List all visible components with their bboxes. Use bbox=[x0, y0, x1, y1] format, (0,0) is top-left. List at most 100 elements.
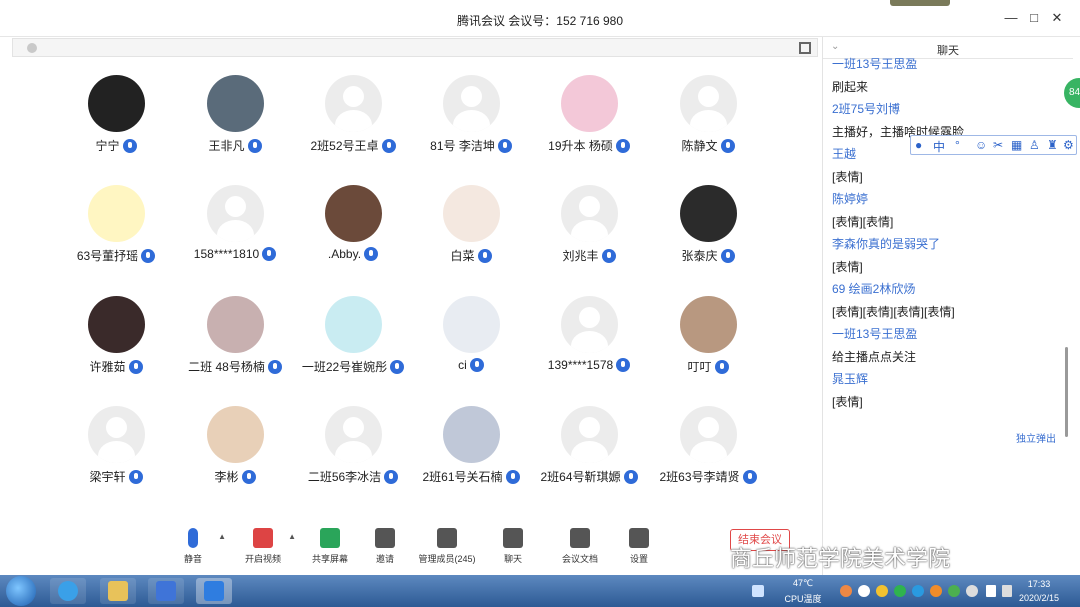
wechat-icon[interactable] bbox=[894, 585, 906, 597]
avatar bbox=[561, 296, 618, 353]
taskbar-wps[interactable] bbox=[148, 578, 184, 604]
minimize-icon[interactable]: — bbox=[1003, 10, 1019, 26]
microphone-icon bbox=[720, 249, 735, 263]
tray-icon-5[interactable] bbox=[912, 585, 924, 597]
participant-tile[interactable]: 张泰庆 bbox=[649, 185, 767, 285]
tray-icon-1[interactable] bbox=[840, 585, 852, 597]
avatar bbox=[88, 296, 145, 353]
participant-name: 宁宁 bbox=[95, 139, 120, 153]
chat-sender[interactable]: 一班13号王思盈 bbox=[832, 323, 1068, 346]
chat-sender[interactable]: 陈婷婷 bbox=[832, 188, 1068, 211]
avatar bbox=[88, 406, 145, 463]
ime-toolbar[interactable]: ● 中 ° ☺ ✂ ▦ ♙ ♜ ⚙ bbox=[910, 135, 1077, 155]
participant-tile[interactable]: 王非凡 bbox=[176, 75, 294, 175]
participant-name: 陈静文 bbox=[681, 139, 718, 153]
participant-tile[interactable]: 2班64号靳琪嫄 bbox=[530, 406, 648, 506]
participant-tile[interactable]: 白菜 bbox=[412, 185, 530, 285]
participant-tile[interactable]: 2班52号王卓 bbox=[294, 75, 412, 175]
participant-tile[interactable]: 宁宁 bbox=[57, 75, 175, 175]
signal-icon[interactable] bbox=[986, 585, 996, 597]
punctuation-icon[interactable]: ° bbox=[955, 138, 960, 152]
participant-tile[interactable]: 李彬 bbox=[176, 406, 294, 506]
start-button[interactable] bbox=[6, 576, 36, 606]
popout-link[interactable]: 独立弹出 bbox=[1016, 430, 1056, 445]
participant-tile[interactable]: 梁宇轩 bbox=[57, 406, 175, 506]
chat-message: [表情][表情] bbox=[832, 214, 894, 229]
caret-up-icon[interactable]: ▲ bbox=[218, 532, 226, 541]
tray-app-icon[interactable] bbox=[752, 585, 764, 597]
tray-icon-6[interactable] bbox=[930, 585, 942, 597]
microphone-icon bbox=[742, 470, 757, 484]
avatar bbox=[680, 75, 737, 132]
microphone-icon bbox=[241, 470, 256, 484]
settings-button[interactable]: 设置 bbox=[604, 528, 674, 565]
chat-button[interactable]: 聊天 bbox=[478, 528, 548, 565]
participant-tile[interactable]: 158****1810 bbox=[176, 185, 294, 285]
docs-label: 会议文档 bbox=[561, 554, 598, 564]
meeting-app-icon bbox=[204, 581, 224, 601]
participant-tile[interactable]: 刘兆丰 bbox=[530, 185, 648, 285]
chat-message: [表情] bbox=[832, 394, 863, 409]
chat-panel: ⌄ 聊天 一班13号王思盈 刷起来 2班75号刘博 主播好，主播啥时候露脸 王越 [表情]… bbox=[822, 37, 1073, 575]
close-icon[interactable]: ✕ bbox=[1049, 10, 1065, 26]
mute-button[interactable]: 静音 ▲ bbox=[158, 528, 228, 565]
invite-button[interactable]: 邀请 bbox=[350, 528, 420, 565]
avatar bbox=[443, 75, 500, 132]
emoji-icon[interactable]: ☺ bbox=[975, 138, 987, 152]
chat-message: [表情] bbox=[832, 259, 863, 274]
chat-sender[interactable]: 晁玉辉 bbox=[832, 368, 1068, 391]
tray-icon-8[interactable] bbox=[966, 585, 978, 597]
video-button[interactable]: 开启视频 ▲ bbox=[228, 528, 298, 565]
participant-tile[interactable]: .Abby. bbox=[294, 185, 412, 285]
maximize-icon[interactable]: □ bbox=[1026, 10, 1042, 26]
scissors-icon[interactable]: ✂ bbox=[993, 138, 1003, 152]
participant-tile[interactable]: 陈静文 bbox=[649, 75, 767, 175]
tray-icon-3[interactable] bbox=[876, 585, 888, 597]
wps-icon bbox=[156, 581, 176, 601]
ime-settings-icon[interactable]: ⚙ bbox=[1063, 138, 1074, 152]
participant-tile[interactable]: 19升本 杨硕 bbox=[530, 75, 648, 175]
participant-tile[interactable]: 许雅茹 bbox=[57, 296, 175, 396]
avatar bbox=[561, 185, 618, 242]
avatar bbox=[561, 406, 618, 463]
participant-tile[interactable]: 63号董抒瑶 bbox=[57, 185, 175, 285]
participant-tile[interactable]: ci bbox=[412, 296, 530, 396]
chat-scrollbar[interactable] bbox=[1065, 347, 1068, 437]
shirt-icon[interactable]: ♜ bbox=[1047, 138, 1058, 152]
mute-label: 静音 bbox=[183, 554, 202, 564]
keyboard-icon[interactable]: ▦ bbox=[1011, 138, 1022, 152]
clock-time: 17:33 bbox=[1027, 579, 1051, 589]
chat-sender[interactable]: 一班13号王思盈 bbox=[832, 53, 1068, 76]
participant-tile[interactable]: 二班56李冰洁 bbox=[294, 406, 412, 506]
taskbar-ie[interactable] bbox=[50, 578, 86, 604]
participant-name: 一班22号崔婉彤 bbox=[301, 360, 388, 374]
tray-icon-2[interactable] bbox=[858, 585, 870, 597]
microphone-icon bbox=[247, 139, 262, 153]
chat-sender[interactable]: 2班75号刘博 bbox=[832, 98, 1068, 121]
participant-tile[interactable]: 一班22号崔婉彤 bbox=[294, 296, 412, 396]
participant-tile[interactable]: 81号 李洁坤 bbox=[412, 75, 530, 175]
chat-sender[interactable]: 69 绘画2林欣炀 bbox=[832, 278, 1068, 301]
chat-sender[interactable]: 李森你真的是弱哭了 bbox=[832, 233, 1068, 256]
chat-message: [表情][表情][表情][表情] bbox=[832, 304, 955, 319]
avatar bbox=[443, 296, 500, 353]
settings-label: 设置 bbox=[629, 554, 648, 564]
share-label: 共享屏幕 bbox=[311, 554, 348, 564]
participant-tile[interactable]: 139****1578 bbox=[530, 296, 648, 396]
members-label: 管理成员(245) bbox=[418, 554, 476, 564]
fullscreen-icon[interactable] bbox=[799, 42, 811, 54]
participant-name-row: 2班63号李靖贤 bbox=[629, 468, 787, 485]
user-icon[interactable]: ♙ bbox=[1029, 138, 1040, 152]
participant-tile[interactable]: 二班 48号杨楠 bbox=[176, 296, 294, 396]
avatar bbox=[207, 296, 264, 353]
taskbar-meeting[interactable] bbox=[196, 578, 232, 604]
participant-tile[interactable]: 2班61号关石楠 bbox=[412, 406, 530, 506]
ime-lang[interactable]: 中 bbox=[933, 138, 945, 155]
microphone-icon bbox=[615, 139, 630, 153]
chat-message: [表情] bbox=[832, 169, 863, 184]
participant-tile[interactable]: 叮叮 bbox=[649, 296, 767, 396]
taskbar-explorer[interactable] bbox=[100, 578, 136, 604]
participant-tile[interactable]: 2班63号李靖贤 bbox=[649, 406, 767, 506]
manage-members-button[interactable]: 管理成员(245) bbox=[412, 528, 482, 565]
tray-icon-7[interactable] bbox=[948, 585, 960, 597]
